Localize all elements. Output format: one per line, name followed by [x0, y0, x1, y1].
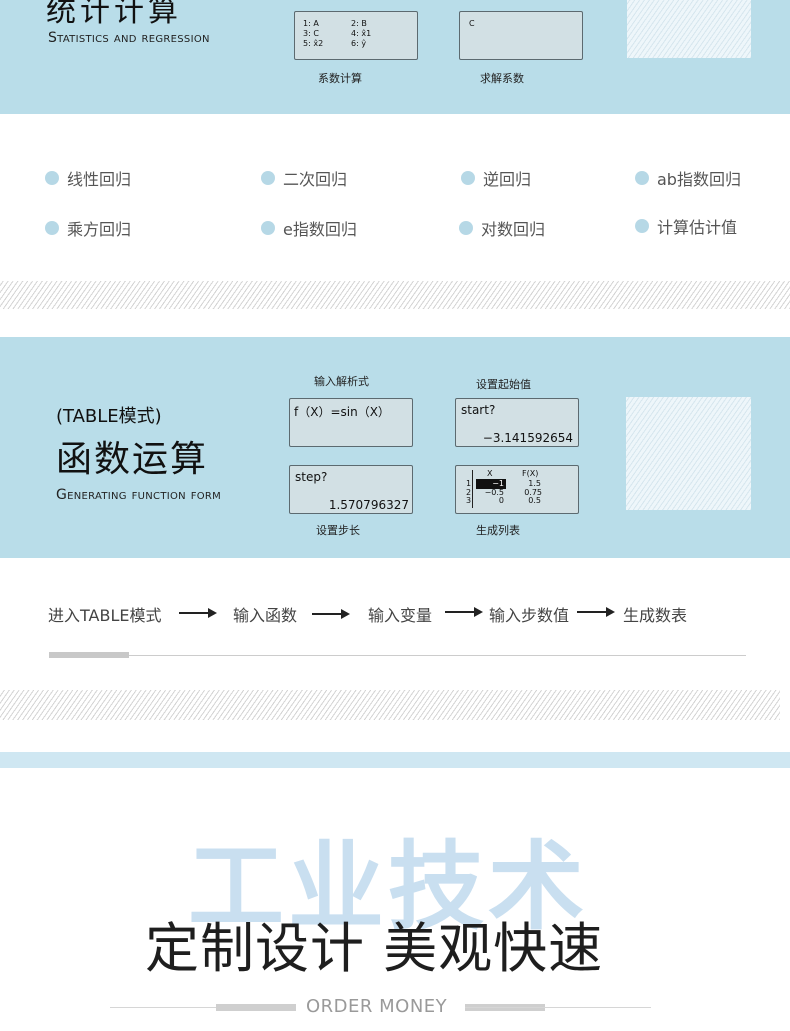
table-col-fx: F(X) [522, 469, 539, 478]
table-col-x: X [487, 469, 493, 478]
flow-underline [49, 655, 746, 656]
light-blue-strip [0, 752, 790, 768]
hatch-divider [0, 281, 790, 309]
screen-line: 6: ŷ [351, 39, 367, 48]
table-title: 函数运算 [56, 439, 209, 480]
stats-title: 统计计算 [46, 0, 182, 29]
bullet-dot [461, 171, 475, 185]
arrow-right-icon [445, 607, 483, 617]
bullet-dot [261, 171, 275, 185]
flow-step: 进入TABLE模式 [48, 606, 162, 625]
screen-line: 2: B [351, 19, 367, 28]
solve-screen: C [459, 11, 583, 60]
table-mode-label: (TABLE模式) [56, 406, 162, 427]
list-item-label: 逆回归 [483, 170, 532, 189]
bullet-dot [45, 171, 59, 185]
arrow-right-icon [577, 607, 615, 617]
list-item-label: 计算估计值 [657, 218, 738, 237]
decor-hatch-box [627, 0, 751, 58]
tagline-line-right [465, 1007, 651, 1008]
table-cell-fx: 0.5 [528, 496, 541, 505]
list-item-label: 对数回归 [481, 220, 546, 239]
table-screen: X F(X) 1 −1 1.5 2 −0.5 0.75 3 0 0.5 [455, 465, 579, 514]
bullet-dot [459, 221, 473, 235]
list-item: 对数回归 [459, 216, 545, 240]
stats-band: 统计计算 Statistics and regression 1: A 2: B… [0, 0, 790, 114]
table-col-divider [472, 470, 473, 508]
screen-line: 5: x̂2 [303, 39, 324, 48]
step-prompt: step? [295, 470, 328, 484]
flow-underline-accent [49, 652, 129, 658]
list-item-label: ab指数回归 [657, 170, 741, 189]
table-cell-x: 0 [498, 496, 504, 505]
list-item: ab指数回归 [635, 166, 741, 190]
screen-line: 4: x̂1 [351, 29, 372, 38]
table-row-index: 3 [466, 496, 472, 505]
bullet-dot [261, 221, 275, 235]
list-caption: 生成列表 [476, 524, 520, 537]
bullet-dot [45, 221, 59, 235]
flow-step: 输入变量 [368, 606, 433, 625]
screen-line: 3: C [303, 29, 319, 38]
list-item: e指数回归 [261, 216, 357, 240]
tagline: ORDER MONEY [306, 996, 448, 1017]
flow-step: 输入步数值 [489, 606, 570, 625]
start-caption: 设置起始值 [476, 378, 531, 391]
list-item: 计算估计值 [635, 214, 737, 238]
list-item: 乘方回归 [45, 216, 131, 240]
decor-hatch-box [626, 397, 751, 510]
list-item: 逆回归 [461, 166, 531, 190]
solve-caption: 求解系数 [480, 72, 524, 85]
list-item-label: 乘方回归 [67, 220, 132, 239]
function-text: f（X）=sin（X） [294, 405, 390, 419]
func-caption: 输入解析式 [314, 375, 369, 388]
list-item: 线性回归 [45, 166, 131, 190]
bullet-dot [635, 171, 649, 185]
tagline-bar-left [216, 1004, 296, 1011]
screen-line: C [469, 19, 475, 28]
stats-subtitle: Statistics and regression [48, 30, 210, 46]
bullet-dot [635, 219, 649, 233]
coefficient-caption: 系数计算 [318, 72, 362, 85]
screen-line: 1: A [303, 19, 319, 28]
hatch-divider [0, 690, 780, 720]
list-item: 二次回归 [261, 166, 347, 190]
start-screen: start? −3.141592654 [455, 398, 579, 447]
headline: 定制设计 美观快速 [145, 917, 604, 980]
arrow-right-icon [179, 608, 217, 618]
step-caption: 设置步长 [316, 524, 360, 537]
list-item-label: 二次回归 [283, 170, 348, 189]
table-subtitle: Generating function form [56, 487, 222, 503]
arrow-right-icon [312, 609, 350, 619]
coefficient-screen: 1: A 2: B 3: C 4: x̂1 5: x̂2 6: ŷ [294, 11, 418, 60]
function-screen: f（X）=sin（X） [289, 398, 413, 447]
step-screen: step? 1.570796327 [289, 465, 413, 514]
start-value: −3.141592654 [482, 431, 573, 445]
step-value: 1.570796327 [328, 498, 409, 512]
list-item-label: e指数回归 [283, 220, 357, 239]
start-prompt: start? [461, 403, 496, 417]
list-item-label: 线性回归 [67, 170, 132, 189]
table-band: (TABLE模式) 函数运算 Generating function form … [0, 337, 790, 558]
flow-step: 输入函数 [233, 606, 298, 625]
flow-step: 生成数表 [623, 606, 688, 625]
